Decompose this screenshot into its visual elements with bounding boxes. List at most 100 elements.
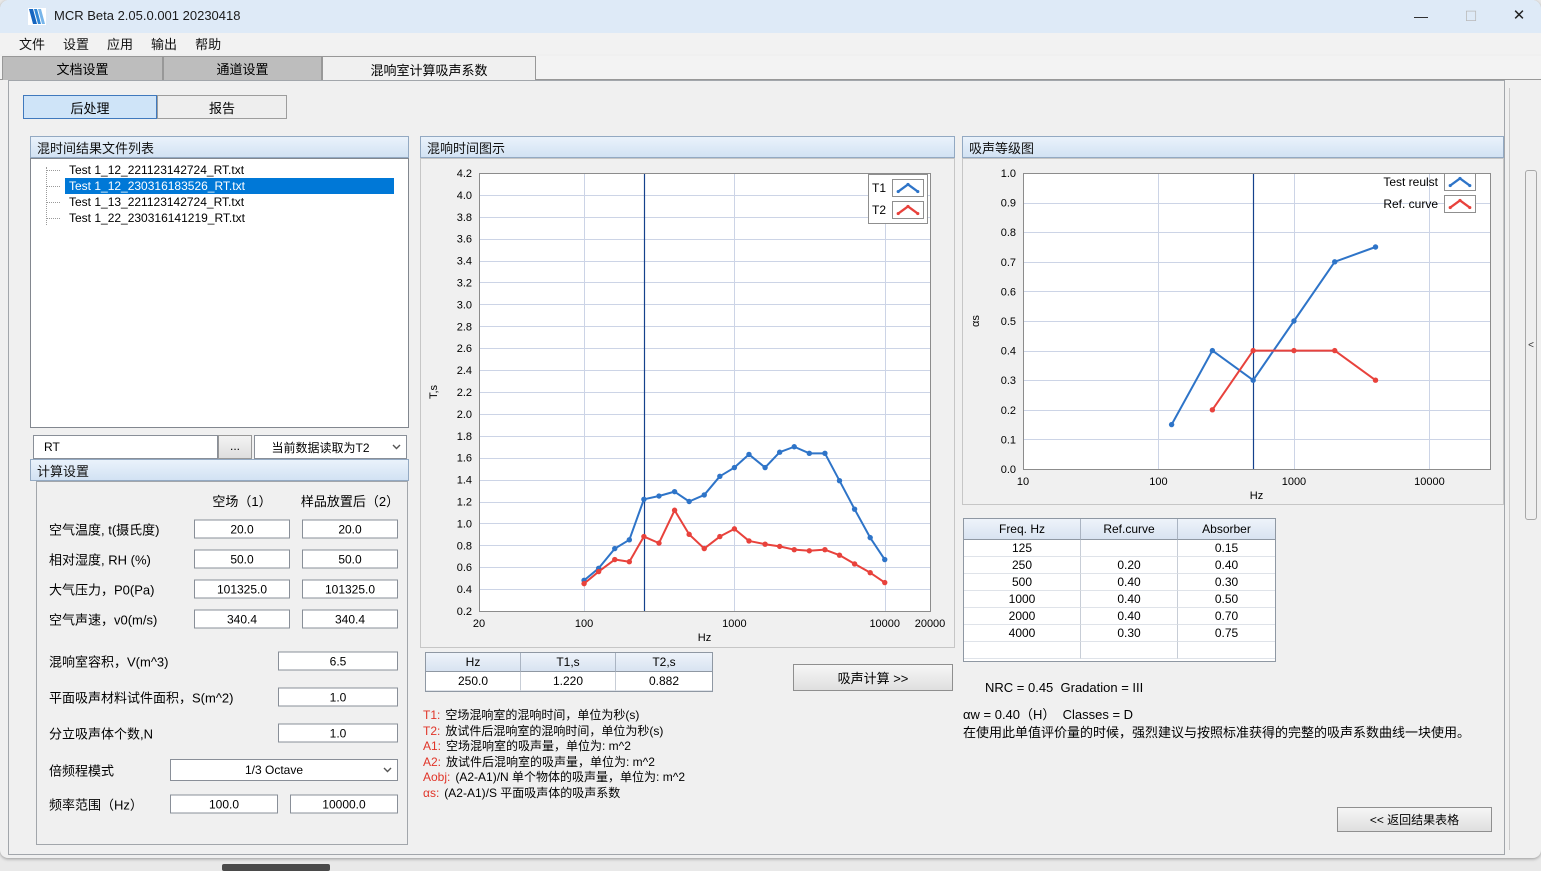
svg-text:0.7: 0.7 (1001, 257, 1016, 269)
menu-item[interactable]: 帮助 (186, 32, 230, 55)
calc-single-row: 分立吸声体个数,N (37, 715, 407, 751)
tree-connector (47, 186, 60, 187)
tab-1[interactable]: 通道设置 (163, 56, 322, 80)
absorb-calc-button[interactable]: 吸声计算 >> (793, 664, 953, 691)
svg-text:0.8: 0.8 (457, 540, 472, 552)
calc-value-input-1[interactable] (194, 580, 290, 599)
menu-item[interactable]: 文件 (10, 32, 54, 55)
notes-block: T1:空场混响室的混响时间，单位为秒(s)T2:放试件后混响室的混响时间，单位为… (423, 708, 953, 802)
table-cell: 0.30 (1178, 574, 1275, 591)
field-label: 平面吸声材料试件面积，S(m^2) (49, 688, 234, 707)
svg-text:4.0: 4.0 (457, 190, 472, 202)
close-button[interactable]: ✕ (1496, 0, 1541, 32)
calc-value-input-2[interactable] (302, 520, 398, 539)
data-source-combo[interactable]: 当前数据读取为T2 (254, 435, 407, 459)
svg-text:3.4: 3.4 (457, 256, 472, 268)
calc-value-input-1[interactable] (194, 520, 290, 539)
table-cell: 0.20 (1081, 557, 1178, 574)
tab-2[interactable]: 混响室计算吸声系数 (322, 56, 536, 81)
grade-chart-panel-title: 吸声等级图 (969, 138, 1034, 157)
svg-text:0.0: 0.0 (1001, 464, 1016, 476)
svg-text:0.4: 0.4 (1001, 346, 1016, 358)
column-header-with-sample: 样品放置后（2） (262, 491, 438, 510)
rt-chart-panel-header: 混响时间图示 (420, 136, 955, 158)
octave-mode-label: 倍频程模式 (49, 761, 114, 780)
panel-divider (1509, 88, 1510, 850)
taskbar-sliver (222, 864, 330, 871)
calc-single-row: 混响室容积，V(m^3) (37, 643, 407, 679)
calc-settings-panel-header: 计算设置 (30, 459, 409, 481)
tab-post-processing[interactable]: 后处理 (23, 95, 157, 119)
menu-item[interactable]: 输出 (142, 32, 186, 55)
note-prefix: αs: (423, 786, 439, 800)
svg-text:10000: 10000 (1414, 476, 1445, 488)
calc-single-input[interactable] (278, 724, 398, 743)
grade-chart[interactable]: Test reulstRef. curve 0.00.10.20.30.40.5… (962, 158, 1504, 505)
list-item[interactable]: Test 1_13_221123142724_RT.txt (31, 194, 408, 210)
rt-name-input[interactable] (33, 435, 218, 459)
rt-result-table: HzT1,sT2,s250.01.2200.882 (425, 652, 713, 692)
chevron-left-icon: < (1528, 340, 1534, 351)
table-cell: 1.220 (521, 672, 616, 691)
file-list[interactable]: Test 1_12_221123142724_RT.txtTest 1_12_2… (30, 158, 409, 428)
tab-0[interactable]: 文档设置 (2, 56, 163, 80)
svg-text:0.4: 0.4 (457, 584, 472, 596)
calc-value-input-2[interactable] (302, 580, 398, 599)
svg-text:10000: 10000 (869, 618, 900, 630)
table-row: 10000.400.50 (964, 591, 1275, 608)
calc-value-input-1[interactable] (194, 610, 290, 629)
menu-item[interactable]: 设置 (54, 32, 98, 55)
minimize-button[interactable]: — (1398, 0, 1444, 32)
svg-text:2.8: 2.8 (457, 321, 472, 333)
list-item[interactable]: Test 1_12_230316183526_RT.txt (31, 178, 408, 194)
title-bar: MCR Beta 2.05.0.001 20230418 — ☐ ✕ (0, 0, 1541, 33)
chevron-down-icon (386, 436, 406, 458)
legend-label: T1 (872, 181, 886, 195)
freq-max-input[interactable] (290, 795, 398, 814)
collapse-panel-button[interactable]: < (1525, 170, 1537, 520)
tab-report[interactable]: 报告 (157, 95, 287, 119)
menu-item[interactable]: 应用 (98, 32, 142, 55)
note-prefix: A2: (423, 755, 441, 769)
app-window: MCR Beta 2.05.0.001 20230418 — ☐ ✕ 文件设置应… (0, 0, 1541, 858)
calc-value-input-2[interactable] (302, 550, 398, 569)
maximize-button[interactable]: ☐ (1448, 0, 1494, 32)
calc-single-input[interactable] (278, 688, 398, 707)
calc-value-input-2[interactable] (302, 610, 398, 629)
calc-single-input[interactable] (278, 652, 398, 671)
octave-mode-combo[interactable]: 1/3 Octave (170, 759, 398, 781)
note-line: A2:放试件后混响室的吸声量，单位为: m^2 (423, 755, 953, 771)
note-text: 空场混响室的吸声量，单位为: m^2 (446, 739, 631, 753)
calc-settings-title: 计算设置 (37, 461, 89, 480)
table-cell: 0.30 (1081, 625, 1178, 642)
svg-text:10: 10 (1017, 476, 1029, 488)
file-list-panel-title: 混时间结果文件列表 (37, 138, 154, 157)
svg-text:3.0: 3.0 (457, 299, 472, 311)
freq-min-input[interactable] (170, 795, 278, 814)
table-header-cell: Absorber (1178, 519, 1275, 540)
calc-dual-row: 空气声速，v0(m/s) (37, 604, 407, 634)
table-cell: 0.75 (1178, 625, 1275, 642)
note-prefix: T2: (423, 724, 440, 738)
list-item[interactable]: Test 1_22_230316141219_RT.txt (31, 210, 408, 226)
list-item[interactable]: Test 1_12_221123142724_RT.txt (31, 162, 408, 178)
rt-chart[interactable]: T1T2 0.20.40.60.81.01.21.41.61.82.02.22.… (420, 158, 955, 648)
table-cell: 4000 (964, 625, 1081, 642)
tree-connector (47, 170, 60, 171)
table-header-cell: Freq. Hz (964, 519, 1081, 540)
table-row: 40000.300.75 (964, 625, 1275, 642)
table-header-cell: T2,s (616, 653, 712, 672)
calc-value-input-1[interactable] (194, 550, 290, 569)
svg-text:2.4: 2.4 (457, 365, 472, 377)
table-cell (964, 642, 1081, 659)
table-cell (1178, 642, 1275, 659)
back-to-results-button[interactable]: << 返回结果表格 (1337, 807, 1492, 832)
svg-text:0.9: 0.9 (1001, 198, 1016, 210)
svg-text:20: 20 (473, 618, 485, 630)
legend-label: Test reulst (1383, 175, 1438, 189)
note-text: 空场混响室的混响时间，单位为秒(s) (445, 708, 639, 722)
svg-text:1.0: 1.0 (1001, 168, 1016, 180)
browse-button[interactable]: ... (218, 435, 252, 459)
table-cell: 2000 (964, 608, 1081, 625)
file-list-panel-header: 混时间结果文件列表 (30, 136, 409, 158)
